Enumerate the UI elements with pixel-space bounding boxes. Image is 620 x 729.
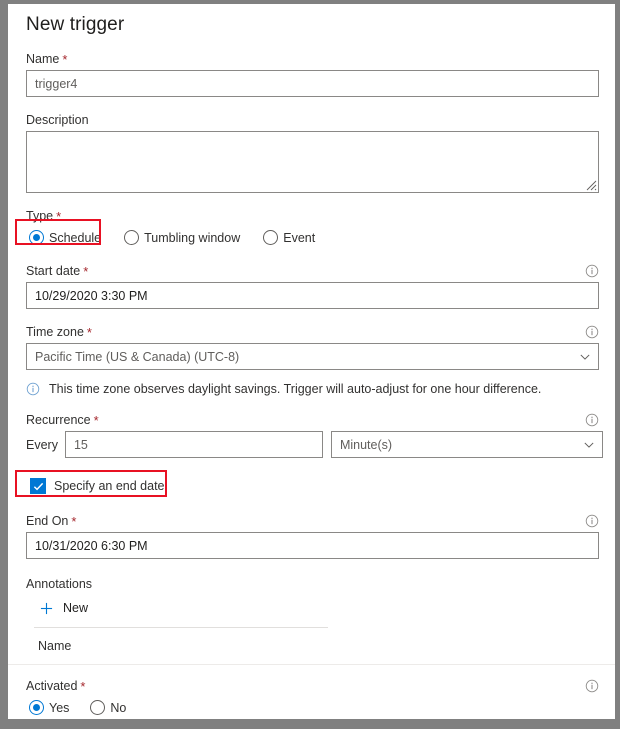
recurrence-required-marker: * — [93, 412, 99, 428]
radio-unselected-icon — [90, 700, 106, 715]
time-zone-label-row: Time zone * — [26, 325, 599, 339]
end-on-input[interactable] — [26, 532, 599, 559]
type-radio-tumbling-window-label: Tumbling window — [144, 230, 241, 245]
info-icon — [26, 382, 40, 396]
time-zone-select[interactable]: Pacific Time (US & Canada) (UTC-8) — [26, 343, 599, 370]
annotations-column-header-name: Name — [38, 639, 72, 653]
recurrence-interval-input[interactable] — [64, 431, 323, 458]
time-zone-info-message: This time zone observes daylight savings… — [26, 382, 599, 397]
recurrence-row: Every Minute(s) — [26, 431, 603, 458]
window-frame: New trigger Name * Description — [0, 0, 620, 729]
start-date-label-text: Start date — [26, 264, 81, 278]
type-radio-schedule-label: Schedule — [49, 230, 102, 245]
start-date-input[interactable] — [26, 282, 599, 309]
time-zone-selected-value: Pacific Time (US & Canada) (UTC-8) — [35, 349, 240, 364]
name-input[interactable] — [26, 70, 599, 97]
name-label-text: Name — [26, 52, 60, 66]
time-zone-select-wrapper: Pacific Time (US & Canada) (UTC-8) — [26, 343, 599, 370]
start-date-label-row: Start date * — [26, 264, 599, 278]
name-label: Name * — [26, 52, 599, 66]
type-radio-event-label: Event — [283, 230, 316, 245]
page-title: New trigger — [26, 14, 599, 36]
info-icon[interactable] — [585, 264, 599, 278]
activated-radio-group: Yes No — [26, 697, 599, 718]
annotations-label: Annotations — [26, 577, 93, 591]
annotations-new-button-label: New — [63, 601, 89, 615]
info-icon[interactable] — [585, 413, 599, 427]
type-radio-schedule[interactable]: Schedule — [26, 227, 107, 248]
start-date-label: Start date * — [26, 264, 88, 278]
description-label: Description — [26, 113, 599, 127]
activated-label: Activated * — [26, 679, 85, 693]
recurrence-label: Recurrence * — [26, 413, 99, 427]
info-icon[interactable] — [585, 514, 599, 528]
annotations-new-button[interactable]: New — [36, 599, 92, 617]
info-icon[interactable] — [585, 325, 599, 339]
radio-selected-icon — [29, 700, 44, 715]
specify-end-date-checkbox-row[interactable]: Specify an end date — [26, 474, 171, 498]
annotations-table-bottom-divider — [8, 664, 615, 665]
type-radio-group: Schedule Tumbling window Event — [26, 227, 599, 248]
recurrence-unit-select-wrapper: Minute(s) — [330, 431, 603, 458]
recurrence-every-label: Every — [26, 437, 58, 452]
name-required-marker: * — [62, 51, 68, 67]
time-zone-label-text: Time zone — [26, 325, 84, 339]
checkbox-checked-icon — [30, 478, 46, 494]
activated-radio-no[interactable]: No — [87, 697, 132, 718]
activated-required-marker: * — [80, 678, 86, 694]
description-textarea[interactable] — [26, 131, 599, 193]
end-on-label-row: End On * — [26, 514, 599, 528]
time-zone-info-message-text: This time zone observes daylight savings… — [49, 382, 542, 396]
start-date-required-marker: * — [83, 263, 89, 279]
type-label-text: Type — [26, 209, 54, 223]
type-radio-tumbling-window[interactable]: Tumbling window — [121, 227, 246, 248]
recurrence-label-row: Recurrence * — [26, 413, 599, 427]
radio-unselected-icon — [124, 230, 140, 245]
activated-radio-no-label: No — [110, 700, 127, 715]
recurrence-unit-selected-value: Minute(s) — [339, 437, 393, 452]
type-radio-event[interactable]: Event — [260, 227, 321, 248]
time-zone-label: Time zone * — [26, 325, 92, 339]
activated-radio-yes-label: Yes — [49, 700, 70, 715]
info-icon[interactable] — [585, 679, 599, 693]
description-wrapper — [26, 131, 599, 193]
time-zone-required-marker: * — [86, 324, 92, 340]
page-title-text: New trigger — [26, 14, 125, 35]
recurrence-unit-select[interactable]: Minute(s) — [330, 431, 603, 458]
activated-label-text: Activated — [26, 679, 78, 693]
description-label-text: Description — [26, 113, 89, 127]
end-on-label: End On * — [26, 514, 76, 528]
new-trigger-panel: New trigger Name * Description — [8, 4, 615, 719]
activated-label-row: Activated * — [26, 679, 599, 693]
recurrence-label-text: Recurrence — [26, 413, 91, 427]
type-label: Type * — [26, 209, 599, 223]
radio-selected-icon — [29, 230, 44, 245]
plus-icon — [40, 602, 53, 614]
activated-radio-yes[interactable]: Yes — [26, 697, 75, 718]
specify-end-date-label: Specify an end date — [54, 479, 165, 493]
type-required-marker: * — [56, 208, 62, 224]
end-on-label-text: End On — [26, 514, 69, 528]
radio-unselected-icon — [263, 230, 279, 245]
end-on-required-marker: * — [71, 513, 77, 529]
